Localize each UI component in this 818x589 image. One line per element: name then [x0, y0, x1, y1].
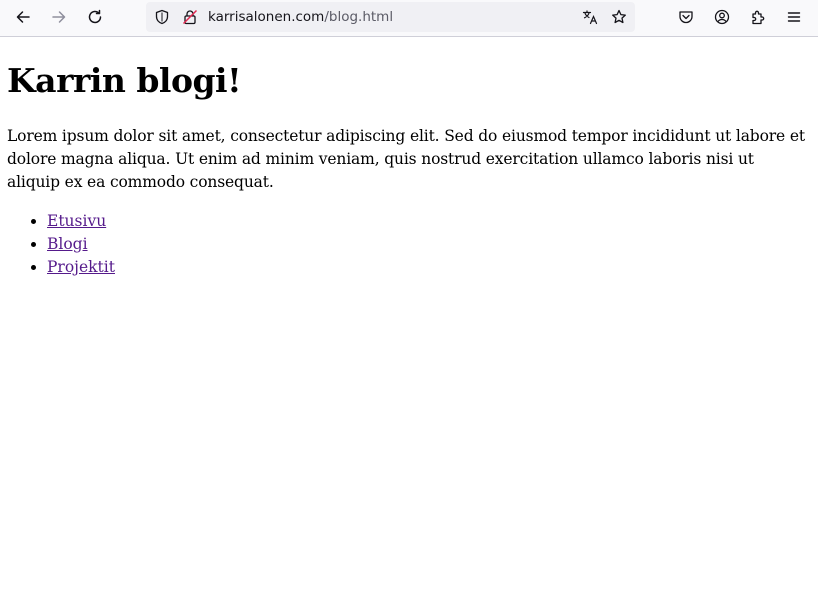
forward-button[interactable]: [45, 5, 73, 29]
extensions-button[interactable]: [744, 5, 772, 29]
site-nav: Etusivu Blogi Projektit: [7, 210, 818, 279]
hamburger-menu-icon: [787, 12, 801, 22]
url-host: karrisalonen.com: [208, 9, 325, 25]
translate-icon: [582, 10, 598, 25]
reload-button[interactable]: [81, 5, 109, 29]
intro-paragraph: Lorem ipsum dolor sit amet, consectetur …: [7, 127, 805, 191]
url-text[interactable]: karrisalonen.com/blog.html: [208, 9, 393, 25]
pocket-button[interactable]: [672, 5, 700, 29]
back-button[interactable]: [9, 5, 37, 29]
page-content: Karrin blogi! Lorem ipsum dolor sit amet…: [0, 37, 818, 279]
page-title: Karrin blogi!: [7, 61, 242, 100]
nav-link-projektit[interactable]: Projektit: [47, 258, 115, 276]
browser-toolbar: karrisalonen.com/blog.html: [0, 0, 818, 37]
account-button[interactable]: [708, 5, 736, 29]
star-icon: [612, 9, 626, 24]
tracking-protection-button[interactable]: [154, 9, 170, 25]
account-icon: [714, 9, 730, 25]
url-bar[interactable]: karrisalonen.com/blog.html: [146, 2, 635, 32]
bookmark-button[interactable]: [611, 9, 627, 25]
nav-link-blogi[interactable]: Blogi: [47, 235, 88, 253]
forward-arrow-icon: [52, 11, 66, 23]
connection-info-button[interactable]: [182, 9, 198, 25]
pocket-icon: [679, 11, 693, 24]
insecure-lock-icon: [182, 9, 198, 25]
nav-item-blogi: Blogi: [47, 233, 818, 256]
app-menu-button[interactable]: [780, 5, 808, 29]
reload-icon: [88, 9, 102, 24]
nav-item-etusivu: Etusivu: [47, 210, 818, 233]
back-arrow-icon: [16, 11, 30, 23]
url-path: /blog.html: [324, 9, 394, 25]
nav-link-etusivu[interactable]: Etusivu: [47, 212, 106, 230]
translate-button[interactable]: [582, 9, 598, 25]
puzzle-piece-icon: [752, 10, 765, 25]
shield-icon: [155, 9, 169, 25]
nav-item-projektit: Projektit: [47, 256, 818, 279]
